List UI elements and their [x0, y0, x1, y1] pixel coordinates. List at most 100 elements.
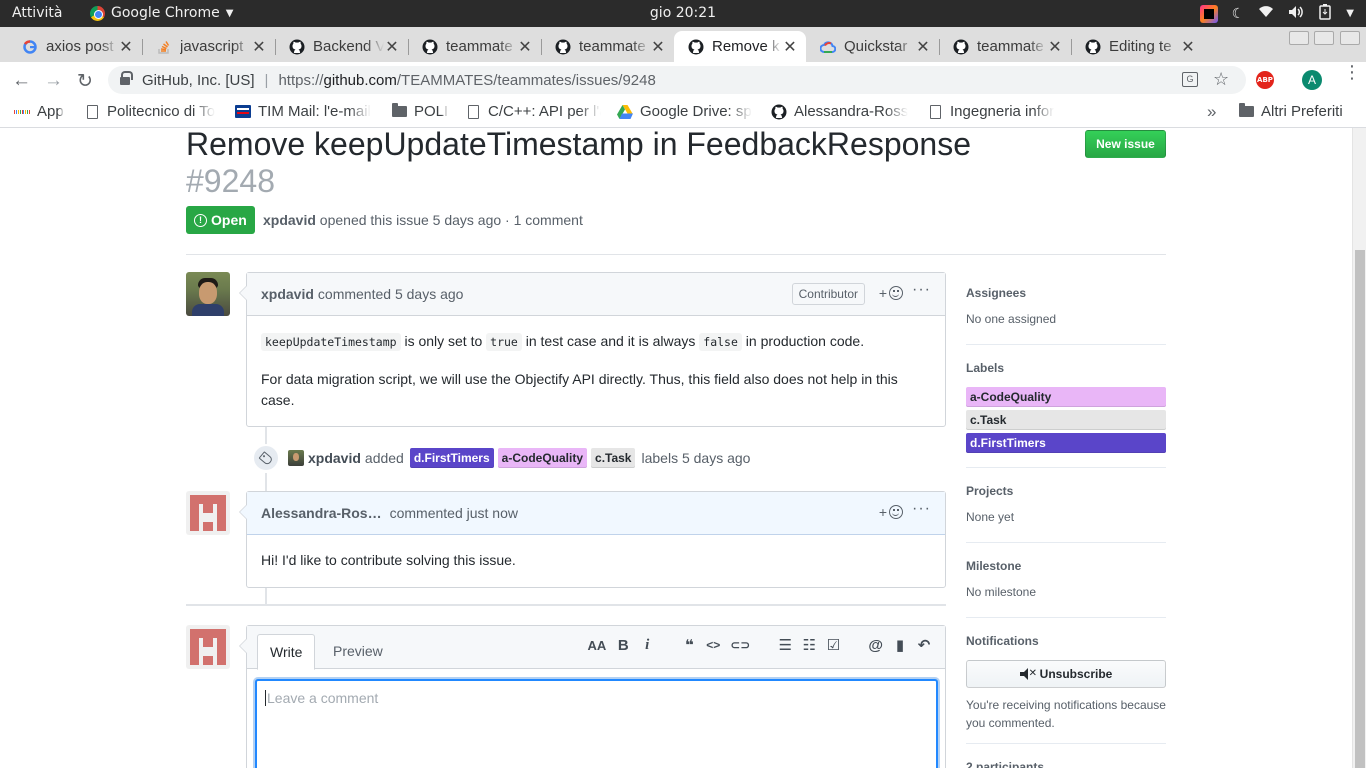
- close-icon[interactable]: ✕: [384, 37, 400, 57]
- night-light-icon[interactable]: ☾: [1232, 6, 1245, 22]
- sidebar-heading: Notifications: [966, 634, 1039, 648]
- folder-icon: [1238, 103, 1254, 120]
- label-task[interactable]: c.Task: [966, 410, 1166, 430]
- comment-options-icon[interactable]: ···: [912, 500, 931, 518]
- bookmark-cpp-api[interactable]: C/C++: API per l'a: [465, 103, 601, 120]
- tab-write[interactable]: Write: [257, 634, 316, 670]
- unsubscribe-button[interactable]: ✕ Unsubscribe: [966, 660, 1166, 688]
- label-first-timers[interactable]: d.FirstTimers: [966, 433, 1166, 453]
- forward-icon[interactable]: →: [44, 70, 63, 92]
- bookmark-other-folder[interactable]: Altri Preferiti: [1238, 103, 1343, 120]
- code-icon[interactable]: <>: [706, 638, 720, 652]
- power-menu-chevron-icon[interactable]: ▼: [1346, 8, 1354, 19]
- page-icon: [84, 104, 100, 120]
- back-icon[interactable]: ←: [12, 70, 31, 92]
- heading-icon[interactable]: AA: [587, 638, 606, 653]
- tab-teammates-1[interactable]: teammate ✕: [408, 31, 541, 62]
- unordered-list-icon[interactable]: ☰: [778, 636, 792, 654]
- actor-avatar[interactable]: [288, 450, 304, 466]
- tab-backend[interactable]: Backend V ✕: [275, 31, 408, 62]
- quote-icon[interactable]: ❝: [682, 636, 696, 654]
- battery-icon[interactable]: [1318, 3, 1332, 24]
- reply-icon[interactable]: ↶: [917, 636, 931, 654]
- jetbrains-toolbox-icon[interactable]: [1199, 4, 1218, 23]
- bookmark-icon[interactable]: ▮: [893, 636, 907, 654]
- label-code-quality[interactable]: a-CodeQuality: [497, 448, 588, 468]
- bookmark-label: Google Drive: sp: [640, 103, 752, 120]
- sidebar-heading[interactable]: Milestone: [966, 559, 1166, 573]
- link-icon[interactable]: ⊂⊃: [730, 638, 750, 652]
- app-menu[interactable]: Google Chrome ▼: [90, 5, 233, 21]
- close-icon[interactable]: ✕: [782, 37, 798, 57]
- label-first-timers[interactable]: d.FirstTimers: [409, 448, 494, 468]
- tab-quickstart[interactable]: Quickstar ✕: [806, 31, 939, 62]
- address-bar[interactable]: GitHub, Inc. [US] | https://github.com/T…: [108, 66, 1246, 94]
- label-code-quality[interactable]: a-CodeQuality: [966, 387, 1166, 407]
- close-icon[interactable]: ✕: [650, 37, 666, 57]
- system-tray[interactable]: ☾ ▼: [1199, 3, 1354, 24]
- comment-textarea[interactable]: Leave a comment: [255, 679, 938, 768]
- translate-icon[interactable]: G: [1182, 72, 1198, 87]
- bookmarks-overflow-button[interactable]: »: [1207, 102, 1216, 122]
- sidebar-heading[interactable]: Labels: [966, 361, 1166, 375]
- comment-author-link[interactable]: Alessandra-Ros…: [261, 505, 382, 521]
- bookmark-alessandra-ross[interactable]: Alessandra-Ross: [771, 103, 911, 120]
- close-window-button[interactable]: [1340, 31, 1360, 45]
- issue-author-link[interactable]: xpdavid: [263, 212, 316, 228]
- volume-icon[interactable]: [1288, 5, 1304, 23]
- scrollbar-thumb[interactable]: [1355, 250, 1365, 768]
- profile-avatar[interactable]: A: [1302, 70, 1322, 90]
- avatar[interactable]: [186, 272, 230, 316]
- mention-icon[interactable]: @: [868, 637, 883, 654]
- clock[interactable]: gio 20:21: [650, 5, 716, 21]
- activities-button[interactable]: Attività: [12, 5, 62, 21]
- bookmark-tim-mail[interactable]: TIM Mail: l'e-mail: [235, 103, 375, 120]
- bookmark-ingegneria[interactable]: Ingegneria infor: [927, 103, 1063, 120]
- tab-teammates-2[interactable]: teammate ✕: [541, 31, 674, 62]
- tab-preview[interactable]: Preview: [321, 634, 395, 670]
- close-icon[interactable]: ✕: [251, 37, 267, 57]
- bookmark-poli[interactable]: POLI: [391, 103, 448, 120]
- comment-author-link[interactable]: xpdavid: [261, 286, 314, 302]
- adblock-plus-icon[interactable]: ABP: [1256, 71, 1274, 89]
- sidebar-heading[interactable]: Assignees: [966, 286, 1166, 300]
- tab-axios-post[interactable]: axios post ✕: [8, 31, 142, 62]
- page-scrollbar[interactable]: [1352, 128, 1366, 768]
- italic-icon[interactable]: i: [640, 637, 654, 654]
- close-icon[interactable]: ✕: [517, 37, 533, 57]
- tab-teammates-3[interactable]: teammate ✕: [939, 31, 1071, 62]
- add-reaction-button[interactable]: +: [879, 504, 903, 520]
- new-issue-button[interactable]: New issue: [1085, 130, 1166, 158]
- comment-timestamp[interactable]: commented just now: [390, 505, 518, 521]
- site-identity[interactable]: GitHub, Inc. [US]: [142, 72, 255, 89]
- event-actor-link[interactable]: xpdavid: [308, 450, 361, 466]
- avatar[interactable]: [186, 491, 230, 535]
- reload-icon[interactable]: ↻: [77, 70, 93, 93]
- minimize-button[interactable]: [1289, 31, 1309, 45]
- bookmark-app[interactable]: App: [14, 103, 64, 120]
- bookmark-politecnico[interactable]: Politecnico di To: [84, 103, 218, 120]
- url-text[interactable]: https://github.com/TEAMMATES/teammates/i…: [278, 72, 655, 89]
- bookmark-google-drive[interactable]: Google Drive: sp: [617, 103, 755, 120]
- close-icon[interactable]: ✕: [1047, 37, 1063, 57]
- comment-options-icon[interactable]: ···: [912, 281, 931, 299]
- add-reaction-button[interactable]: +: [879, 285, 903, 301]
- sidebar-heading[interactable]: Projects: [966, 484, 1166, 498]
- close-icon[interactable]: ✕: [1180, 37, 1196, 57]
- tab-editing[interactable]: Editing te ✕: [1071, 31, 1204, 62]
- wifi-icon[interactable]: [1258, 5, 1274, 22]
- star-icon[interactable]: ☆: [1213, 69, 1229, 90]
- close-icon[interactable]: ✕: [915, 37, 931, 57]
- maximize-button[interactable]: [1314, 31, 1334, 45]
- label-task[interactable]: c.Task: [591, 448, 636, 468]
- tab-javascript[interactable]: javascript ✕: [142, 31, 275, 62]
- lock-icon[interactable]: [120, 70, 133, 86]
- ordered-list-icon[interactable]: ☷: [802, 636, 816, 654]
- task-list-icon[interactable]: ☑: [826, 636, 840, 654]
- close-icon[interactable]: ✕: [118, 37, 134, 57]
- comment-timestamp[interactable]: commented 5 days ago: [318, 286, 464, 302]
- bold-icon[interactable]: B: [616, 637, 630, 654]
- bookmark-label: App: [37, 103, 64, 120]
- chrome-menu-icon[interactable]: ⋮: [1343, 63, 1361, 81]
- tab-remove-keepupdatetimestamp[interactable]: Remove k ✕: [674, 31, 806, 62]
